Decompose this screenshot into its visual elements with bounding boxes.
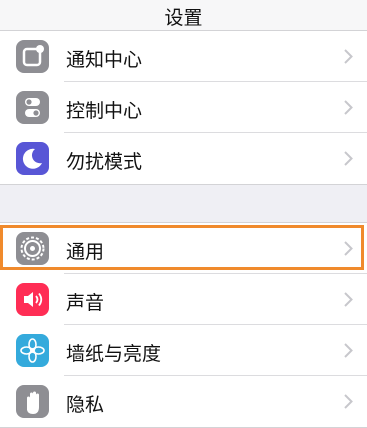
control-center-icon [16,91,49,124]
settings-item-sounds[interactable]: 声音 [0,274,367,325]
settings-item-label: 通用 [66,241,105,263]
settings-item-notification-center[interactable]: 通知中心 [0,31,367,82]
chevron-right-icon [344,100,353,119]
settings-item-general[interactable]: 通用 [0,223,367,274]
chevron-right-icon [344,343,353,362]
notification-center-icon [16,40,49,73]
settings-item-wallpaper-brightness[interactable]: 墙纸与亮度 [0,325,367,376]
settings-item-label: 声音 [66,292,105,314]
settings-item-label: 通知中心 [66,49,143,71]
chevron-right-icon [344,151,353,170]
chevron-right-icon [344,49,353,68]
hand-icon [16,385,49,418]
chevron-right-icon [344,241,353,260]
settings-item-label: 控制中心 [66,100,143,122]
settings-item-privacy[interactable]: 隐私 [0,376,367,427]
moon-icon [16,142,49,175]
settings-item-label: 墙纸与亮度 [66,343,162,365]
page-title: 设置 [164,7,203,29]
settings-group-general: 通用 声音 墙纸与亮度 隐私 [0,222,367,428]
settings-item-do-not-disturb[interactable]: 勿扰模式 [0,133,367,184]
settings-group-system: 通知中心 控制中心 勿扰模式 [0,30,367,185]
chevron-right-icon [344,292,353,311]
gear-icon [16,232,49,265]
chevron-right-icon [344,394,353,413]
settings-item-control-center[interactable]: 控制中心 [0,82,367,133]
settings-item-label: 勿扰模式 [66,151,143,173]
speaker-icon [16,283,49,316]
flower-icon [16,334,49,367]
